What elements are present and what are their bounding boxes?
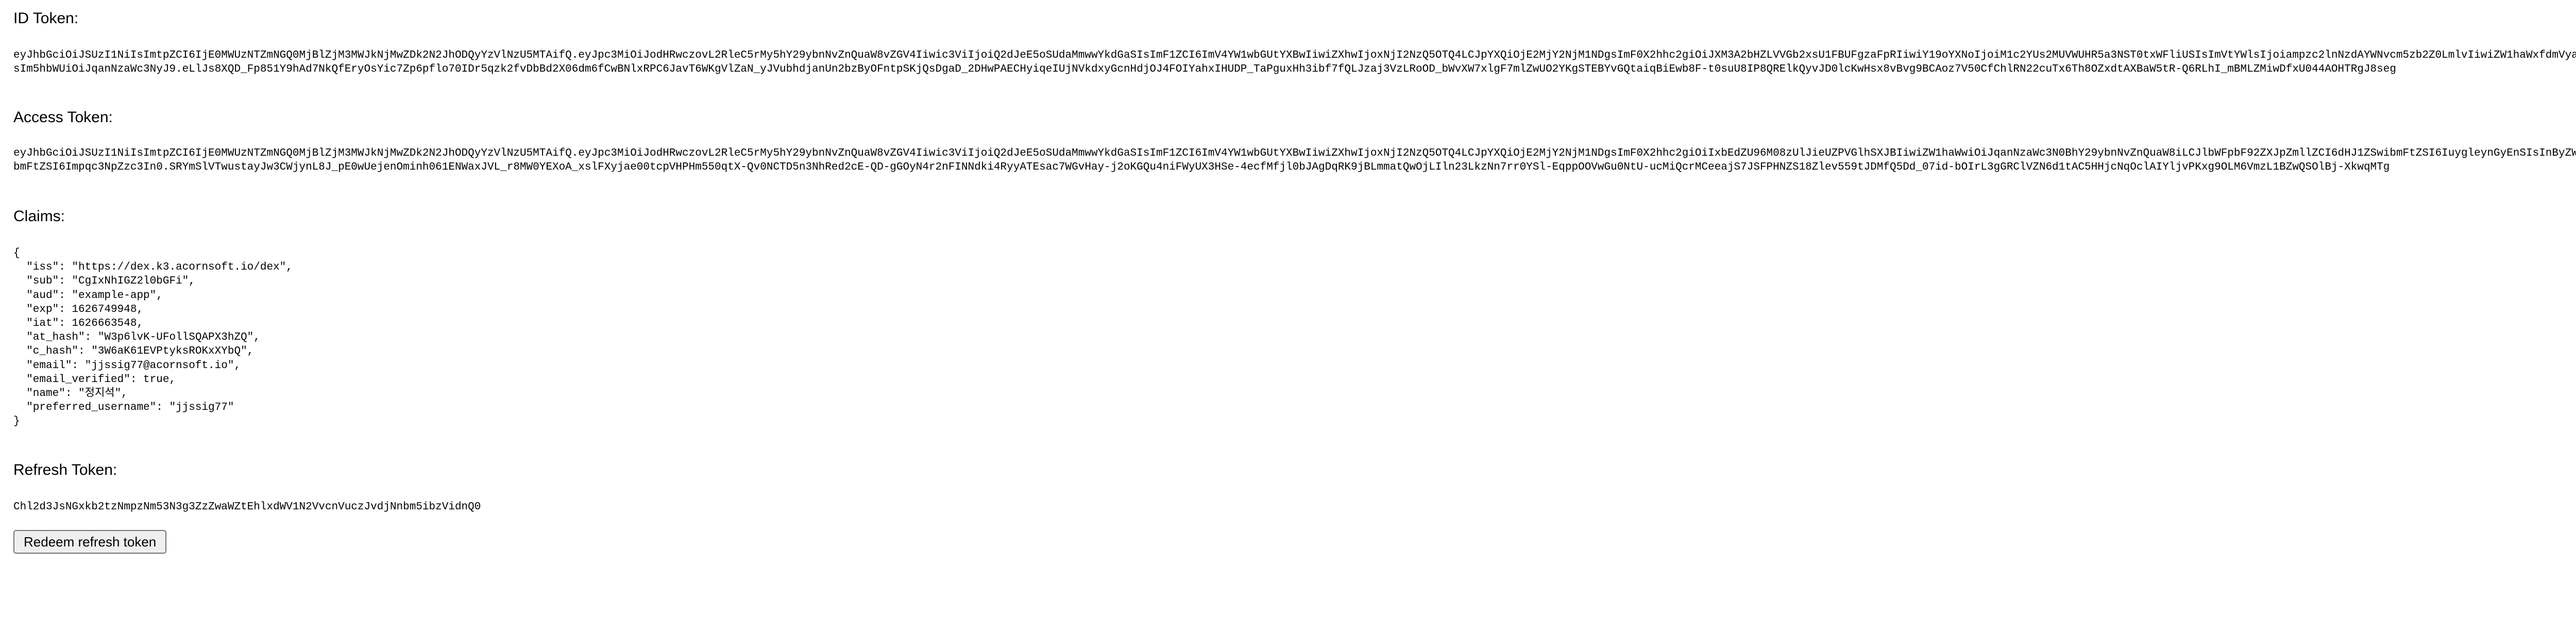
refresh-token-value: Chl2d3JsNGxkb2tzNmpzNm53N3g3ZzZwaWZtEhlx… xyxy=(13,501,481,513)
token-page: ID Token: eyJhbGciOiJSUzI1NiIsImtpZCI6Ij… xyxy=(0,0,2576,630)
id-token-label: ID Token: xyxy=(13,10,79,27)
id-token-value: eyJhbGciOiJSUzI1NiIsImtpZCI6IjE0MWUzNTZm… xyxy=(13,49,2576,75)
refresh-token-label: Refresh Token: xyxy=(13,461,117,478)
access-token-label: Access Token: xyxy=(13,109,113,126)
access-token-value: eyJhbGciOiJSUzI1NiIsImtpZCI6IjE0MWUzNTZm… xyxy=(13,147,2576,173)
claims-label: Claims: xyxy=(13,208,65,225)
claims-json: { "iss": "https://dex.k3.acornsoft.io/de… xyxy=(13,247,293,428)
redeem-refresh-token-button[interactable]: Redeem refresh token xyxy=(13,530,167,554)
